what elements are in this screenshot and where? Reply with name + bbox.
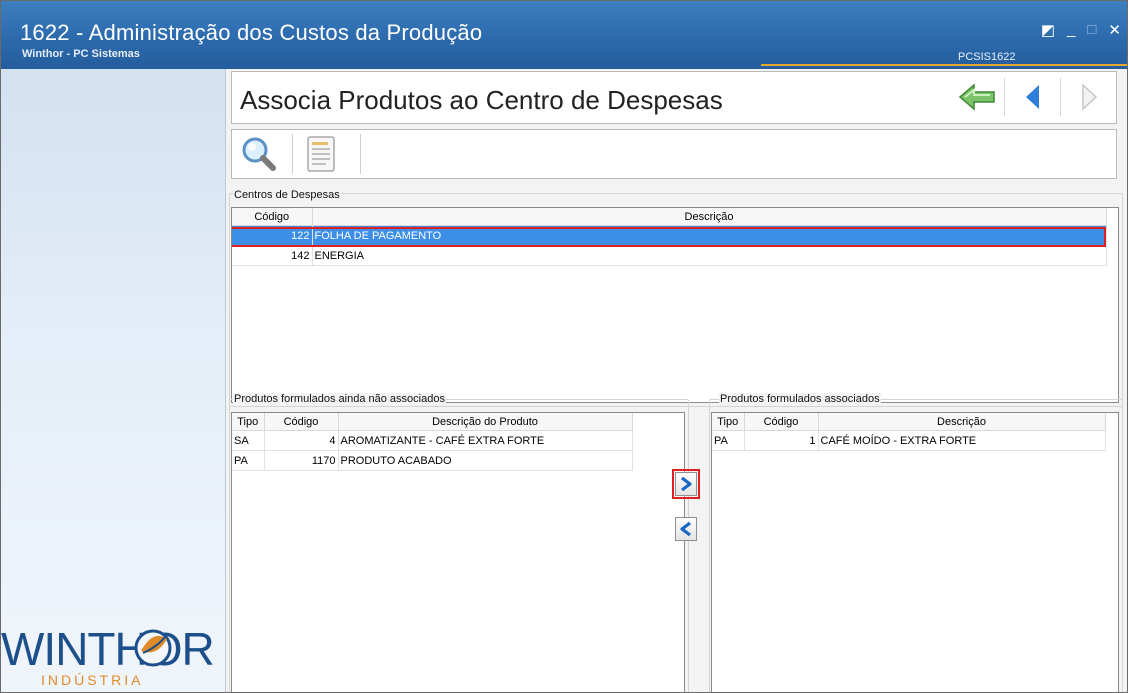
- cell-tipo: PA: [712, 430, 745, 451]
- associate-button[interactable]: [672, 469, 700, 499]
- window-controls: ◩ _ □ ✕: [1041, 21, 1121, 39]
- column-header-descricao[interactable]: Descrição do Produto: [338, 413, 633, 431]
- search-button[interactable]: [234, 133, 282, 175]
- winthor-logo: WINTHOR INDÚSTRIA: [1, 623, 215, 688]
- centers-grid[interactable]: Código Descrição 122 FOLHA DE PAGAMENTO …: [231, 207, 1119, 403]
- associated-label: Produtos formulados associados: [719, 393, 881, 405]
- exit-button[interactable]: [949, 78, 1004, 116]
- previous-button[interactable]: [1004, 78, 1060, 116]
- cell-codigo: 142: [232, 245, 313, 266]
- table-row[interactable]: PA 1170 PRODUTO ACABADO: [232, 450, 633, 471]
- table-row[interactable]: 122 FOLHA DE PAGAMENTO: [232, 225, 1107, 246]
- cell-codigo: 1: [744, 430, 819, 451]
- exit-icon: [958, 83, 995, 111]
- column-header-codigo[interactable]: Código: [744, 413, 819, 431]
- window-subtitle: Winthor - PC Sistemas: [22, 48, 140, 60]
- report-icon: [307, 136, 335, 172]
- logo-subtext: INDÚSTRIA: [41, 672, 143, 688]
- navigation-buttons: [949, 78, 1116, 116]
- close-button[interactable]: ✕: [1108, 21, 1121, 39]
- logo-text: WINTHOR: [1, 623, 214, 675]
- previous-icon: [1025, 85, 1039, 109]
- unassociated-label: Produtos formulados ainda não associados: [233, 393, 446, 405]
- title-accent-line: [761, 64, 1127, 66]
- cell-descricao: CAFÉ MOÍDO - EXTRA FORTE: [818, 430, 1106, 451]
- toolbar-separator: [360, 134, 361, 174]
- main-area: Associa Produtos ao Centro de Despesas C…: [225, 69, 1127, 692]
- unassociated-grid[interactable]: Tipo Código Descrição do Produto SA 4 AR…: [231, 412, 685, 692]
- move-left-icon: [680, 521, 691, 537]
- column-header-codigo[interactable]: Código: [232, 208, 313, 226]
- column-header-descricao[interactable]: Descrição: [818, 413, 1106, 431]
- cell-tipo: SA: [232, 430, 265, 451]
- page-header: Associa Produtos ao Centro de Despesas: [231, 71, 1117, 124]
- app-window: 1622 - Administração dos Custos da Produ…: [0, 0, 1128, 693]
- title-bar: 1622 - Administração dos Custos da Produ…: [1, 1, 1127, 69]
- associated-grid[interactable]: Tipo Código Descrição PA 1 CAFÉ MOÍDO - …: [711, 412, 1119, 692]
- disassociate-button[interactable]: [675, 517, 697, 541]
- cell-codigo: 4: [264, 430, 339, 451]
- toolbar: [231, 129, 1117, 179]
- page-title: Associa Produtos ao Centro de Despesas: [240, 85, 723, 115]
- search-icon: [242, 137, 276, 171]
- next-button[interactable]: [1060, 78, 1116, 116]
- move-right-icon: [681, 476, 692, 492]
- routine-code: PCSIS1622: [958, 51, 1016, 63]
- table-row[interactable]: SA 4 AROMATIZANTE - CAFÉ EXTRA FORTE: [232, 430, 633, 451]
- sidebar: WINTHOR INDÚSTRIA: [1, 69, 226, 692]
- cell-descricao: ENERGIA: [312, 245, 1107, 266]
- column-header-descricao[interactable]: Descrição: [312, 208, 1107, 226]
- next-icon: [1081, 83, 1097, 111]
- maximize-button[interactable]: □: [1087, 21, 1096, 39]
- table-row[interactable]: 142 ENERGIA: [232, 245, 1107, 266]
- table-row[interactable]: PA 1 CAFÉ MOÍDO - EXTRA FORTE: [712, 430, 1106, 451]
- report-button[interactable]: [298, 133, 346, 175]
- restore-button[interactable]: ◩: [1041, 21, 1055, 39]
- column-header-codigo[interactable]: Código: [264, 413, 339, 431]
- cell-descricao: PRODUTO ACABADO: [338, 450, 633, 471]
- cell-codigo: 122: [232, 225, 313, 246]
- cell-tipo: PA: [232, 450, 265, 471]
- column-header-tipo[interactable]: Tipo: [712, 413, 745, 431]
- cell-descricao: AROMATIZANTE - CAFÉ EXTRA FORTE: [338, 430, 633, 451]
- column-header-tipo[interactable]: Tipo: [232, 413, 265, 431]
- window-title: 1622 - Administração dos Custos da Produ…: [20, 20, 483, 45]
- cell-codigo: 1170: [264, 450, 339, 471]
- minimize-button[interactable]: _: [1067, 21, 1075, 39]
- cell-descricao: FOLHA DE PAGAMENTO: [312, 225, 1107, 246]
- centers-label: Centros de Despesas: [233, 189, 341, 201]
- toolbar-separator: [292, 134, 293, 174]
